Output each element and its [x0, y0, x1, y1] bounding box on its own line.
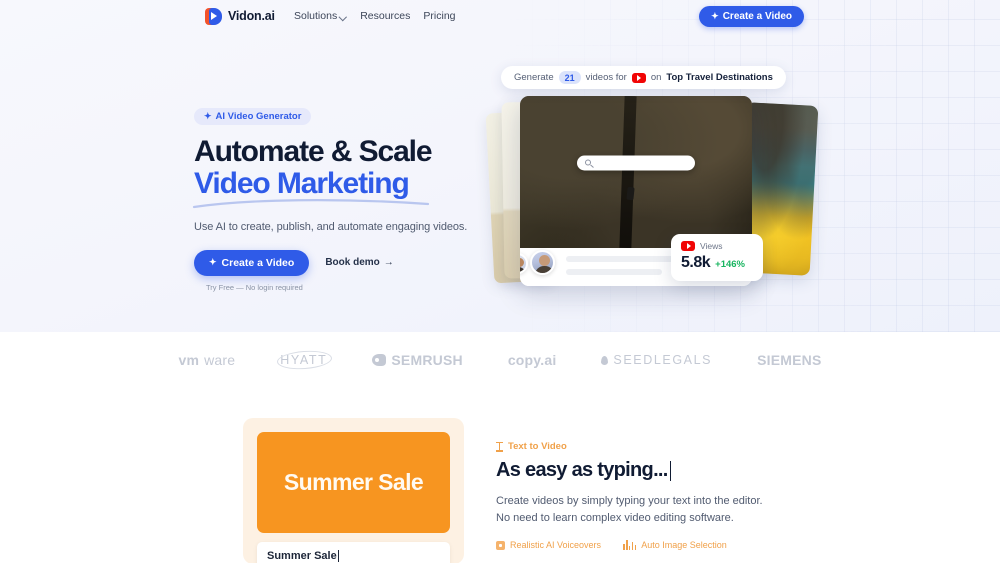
nav-item-solutions[interactable]: Solutions [294, 10, 347, 22]
voice-chip-icon [496, 540, 505, 550]
views-stat-header: Views [681, 241, 753, 251]
video-search-bar[interactable] [577, 155, 695, 171]
generate-count-chip: 21 [558, 71, 581, 84]
placeholder-line-meta [566, 269, 662, 275]
semrush-mark-icon [372, 354, 387, 366]
hero-subtitle: Use AI to create, publish, and automate … [194, 220, 468, 233]
views-stat-value: 5.8k [681, 254, 711, 271]
views-stat-values: 5.8k +146% [681, 254, 753, 272]
logo-semrush-label: SEMRUSH [391, 352, 463, 368]
logo-vmware-light: ware [204, 352, 236, 368]
feature-title: As easy as typing... [496, 459, 668, 481]
nav-item-resources[interactable]: Resources [360, 10, 410, 22]
feature-copy: Text to Video As easy as typing... Creat… [496, 441, 766, 551]
views-stat-card: Views 5.8k +146% [671, 234, 763, 281]
feature-tags: Realistic AI Voiceovers Auto Image Selec… [496, 540, 766, 551]
nav-label-solutions: Solutions [294, 10, 338, 22]
hero-copy: ✦ AI Video Generator Automate & Scale Vi… [192, 106, 494, 292]
logo-hyatt: HYATT [280, 353, 328, 367]
book-demo-label: Book demo [325, 257, 380, 269]
logo-seedlegals-label: SEEDLEGALS [613, 353, 713, 367]
generate-prefix: Generate [514, 72, 554, 83]
editor-input-value-row: Summer Sale [267, 550, 440, 562]
logo-seedlegals: SEEDLEGALS [601, 353, 712, 367]
hero-cta-row: ✦ Create a Video Book demo → [194, 249, 494, 276]
text-caret-icon [337, 550, 339, 562]
generate-videos-pill: Generate 21 videos for on Top Travel Des… [501, 66, 786, 89]
editor-text-input[interactable]: Summer Sale [257, 542, 450, 563]
headline-underline-swoosh-icon [192, 198, 430, 208]
feature-eyebrow-label: Text to Video [508, 441, 567, 452]
landing-page: Vidon.ai Solutions Resources Pricing ✦ C… [0, 0, 1000, 563]
arrow-right-icon: → [383, 257, 394, 269]
equalizer-icon [623, 540, 637, 551]
hero-cta-label: Create a Video [221, 256, 295, 269]
hero-headline: Automate & Scale Video Marketing [192, 135, 494, 208]
logo-copyai: copy.ai [507, 352, 557, 368]
sparkle-icon: ✦ [209, 257, 217, 268]
chevron-down-icon [340, 13, 347, 20]
generate-middle: videos for [585, 72, 627, 83]
feature-tag-voiceovers-label: Realistic AI Voiceovers [510, 540, 602, 551]
hero-headline-line2-wrap: Video Marketing [192, 166, 430, 208]
feature-tag-voiceovers: Realistic AI Voiceovers [496, 540, 601, 550]
hero-badge: ✦ AI Video Generator [194, 108, 312, 125]
header-cta-label: Create a Video [722, 10, 792, 22]
nav-label-resources: Resources [360, 10, 411, 22]
hero-badge-label: AI Video Generator [215, 111, 302, 122]
canvas-preview: Summer Sale [257, 432, 450, 533]
hero-headline-line1: Automate & Scale [194, 135, 433, 168]
feature-tag-image-selection-label: Auto Image Selection [641, 540, 727, 551]
brand-name: Vidon.ai [228, 9, 275, 23]
feature-body: Create videos by simply typing your text… [496, 495, 763, 525]
typing-caret-icon [669, 460, 672, 481]
editor-input-value: Summer Sale [267, 550, 337, 562]
primary-nav: Solutions Resources Pricing [294, 10, 456, 22]
text-cursor-icon [496, 441, 503, 452]
editor-preview-card: Summer Sale Summer Sale [243, 418, 464, 563]
logo-semrush: SEMRUSH [372, 352, 463, 368]
sparkle-icon: ✦ [204, 111, 212, 121]
client-logo-strip: vm ware HYATT SEMRUSH copy.ai SEEDLEGALS … [0, 332, 1000, 388]
header-create-video-button[interactable]: ✦ Create a Video [699, 5, 804, 27]
logo-siemens: SIEMENS [757, 352, 822, 368]
search-icon [585, 159, 591, 166]
seedlegals-drop-icon [601, 355, 609, 365]
logo-vmware: vm ware [178, 352, 235, 368]
logo-vmware-bold: vm [178, 352, 200, 368]
hero-headline-line2: Video Marketing [194, 166, 410, 200]
book-demo-link[interactable]: Book demo → [325, 257, 393, 268]
hero-note: Try Free — No login required [206, 282, 303, 292]
feature-title-row: As easy as typing... [496, 459, 766, 482]
views-stat-delta: +146% [715, 259, 745, 270]
feature-section: Summer Sale Summer Sale Text to Video As… [0, 388, 1000, 563]
nav-item-pricing[interactable]: Pricing [423, 10, 455, 22]
site-header: Vidon.ai Solutions Resources Pricing ✦ C… [0, 0, 1000, 32]
feature-eyebrow: Text to Video [496, 441, 766, 452]
feature-tag-image-selection: Auto Image Selection [623, 540, 727, 551]
avatar-secondary [520, 253, 528, 274]
generate-topic: Top Travel Destinations [666, 72, 773, 83]
vidon-play-logo-icon [205, 7, 222, 25]
avatar [530, 250, 555, 275]
hero-visual: Generate 21 videos for on Top Travel Des… [485, 60, 820, 310]
hero-create-video-button[interactable]: ✦ Create a Video [194, 249, 310, 276]
sparkle-icon: ✦ [711, 10, 719, 21]
video-thumbnail [520, 96, 752, 248]
nav-label-pricing: Pricing [423, 10, 456, 22]
youtube-icon [631, 72, 646, 83]
generate-connector: on [650, 72, 662, 83]
canvas-text: Summer Sale [283, 469, 424, 495]
brand-logo[interactable]: Vidon.ai [205, 7, 275, 25]
views-stat-label: Views [700, 241, 723, 251]
youtube-icon [681, 241, 695, 251]
